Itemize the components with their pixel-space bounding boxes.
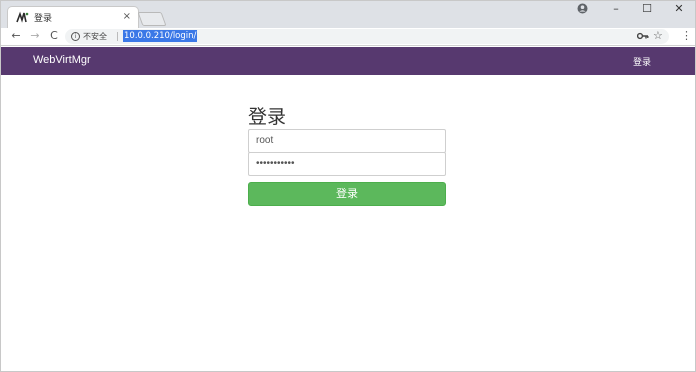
browser-window: 登录 × – ☐ ✕ ← → C i 不安全 10.0.0.210/login/…	[0, 0, 696, 372]
browser-tab[interactable]: 登录 ×	[7, 6, 139, 28]
back-button[interactable]: ←	[9, 29, 23, 43]
address-divider	[117, 32, 118, 41]
navbar-login-link[interactable]: 登录	[633, 55, 651, 68]
login-heading: 登录	[248, 106, 287, 128]
security-label[interactable]: 不安全	[83, 31, 107, 42]
close-window-button[interactable]: ✕	[668, 2, 690, 16]
url-text[interactable]: 10.0.0.210/login/	[123, 30, 198, 42]
username-input[interactable]: root	[248, 129, 446, 153]
site-navbar: WebVirtMgr 登录	[1, 47, 695, 75]
brand-logo-text[interactable]: WebVirtMgr	[33, 54, 91, 66]
maximize-button[interactable]: ☐	[636, 2, 658, 16]
info-icon[interactable]: i	[71, 32, 80, 41]
bookmark-star-icon[interactable]: ☆	[653, 29, 663, 43]
forward-button[interactable]: →	[28, 29, 42, 43]
tab-strip: 登录 × – ☐ ✕	[1, 1, 695, 28]
new-tab-button[interactable]	[137, 12, 167, 26]
minimize-button[interactable]: –	[605, 2, 627, 16]
address-bar[interactable]: i 不安全 10.0.0.210/login/ ☆	[65, 29, 669, 44]
profile-icon[interactable]	[577, 3, 588, 14]
password-input[interactable]: •••••••••••	[248, 152, 446, 176]
webvirtmgr-favicon-icon	[16, 11, 29, 23]
login-submit-button[interactable]: 登录	[248, 182, 446, 206]
browser-toolbar: ← → C i 不安全 10.0.0.210/login/ ☆ ⋮	[1, 28, 695, 46]
key-icon[interactable]	[637, 31, 649, 41]
tab-close-icon[interactable]: ×	[123, 10, 131, 24]
browser-menu-icon[interactable]: ⋮	[681, 29, 692, 43]
tab-title: 登录	[34, 14, 53, 24]
reload-button[interactable]: C	[47, 29, 61, 43]
